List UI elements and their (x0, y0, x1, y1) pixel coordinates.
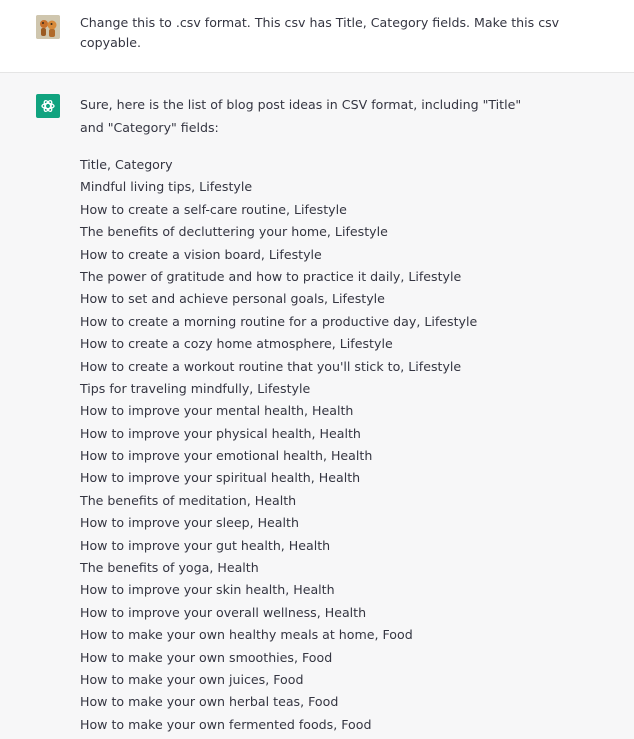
csv-line: How to improve your spiritual health, He… (80, 470, 361, 486)
csv-content: Title, Category Mindful living tips, Life… (80, 154, 477, 736)
csv-line: The benefits of yoga, Health (80, 560, 259, 576)
assistant-avatar (36, 94, 60, 118)
csv-line: How to create a workout routine that you… (80, 358, 462, 374)
csv-line: How to improve your overall wellness, He… (80, 604, 367, 620)
csv-line: How to improve your physical health, Hea… (80, 425, 361, 441)
user-avatar (36, 15, 60, 39)
csv-line: How to set and achieve personal goals, L… (80, 291, 385, 307)
csv-line: The benefits of meditation, Health (80, 492, 297, 508)
csv-line: The power of gratitude and how to practi… (80, 268, 462, 284)
csv-line: How to improve your sleep, Health (80, 515, 299, 531)
csv-line: How to improve your skin health, Health (80, 582, 335, 598)
csv-line: How to make your own juices, Food (80, 671, 304, 687)
csv-line: How to make your own smoothies, Food (80, 649, 333, 665)
csv-line: Mindful living tips, Lifestyle (80, 179, 253, 195)
openai-logo-icon (41, 99, 55, 113)
csv-line: How to create a vision board, Lifestyle (80, 246, 322, 262)
csv-line: Tips for traveling mindfully, Lifestyle (80, 380, 311, 396)
csv-header-line: Title, Category (80, 157, 173, 172)
csv-line: How to improve your emotional health, He… (80, 448, 373, 464)
csv-line: The benefits of decluttering your home, … (80, 224, 388, 240)
csv-line: How to improve your mental health, Healt… (80, 403, 354, 419)
csv-line: How to create a morning routine for a pr… (80, 313, 478, 329)
csv-line: How to create a cozy home atmosphere, Li… (80, 336, 393, 352)
user-avatar-image (36, 15, 60, 39)
user-message: Change this to .csv format. This csv has… (0, 0, 634, 73)
csv-line: How to make your own fermented foods, Fo… (80, 716, 372, 732)
assistant-intro-text: Sure, here is the list of blog post idea… (80, 97, 522, 135)
csv-line: How to make your own healthy meals at ho… (80, 627, 413, 643)
csv-line: How to improve your gut health, Health (80, 537, 331, 553)
assistant-message: Sure, here is the list of blog post idea… (0, 73, 634, 739)
user-message-text: Change this to .csv format. This csv has… (80, 15, 560, 50)
csv-line: How to make your own herbal teas, Food (80, 694, 339, 710)
csv-line: How to create a self-care routine, Lifes… (80, 201, 347, 217)
